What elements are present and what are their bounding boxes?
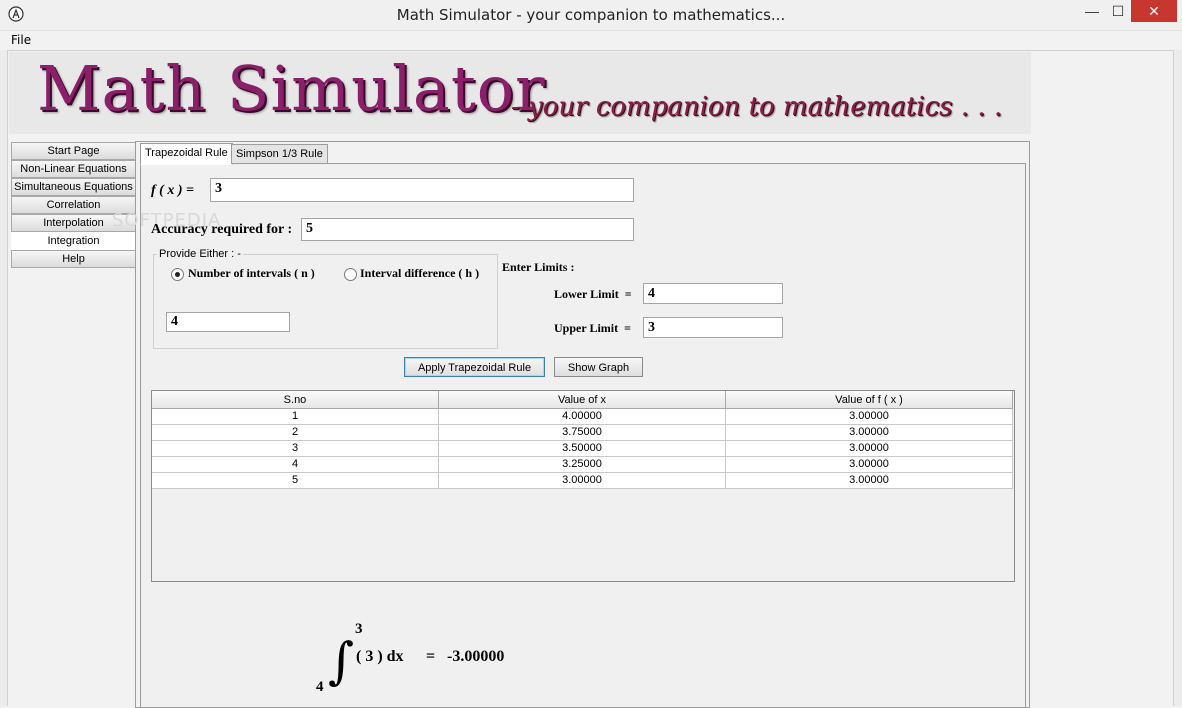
- column-header-sno[interactable]: S.no: [152, 391, 439, 409]
- cell-fx: 3.00000: [726, 457, 1013, 473]
- equals-sign: =: [426, 648, 436, 665]
- cell-sno: 2: [152, 425, 439, 441]
- tab-simpson-rule[interactable]: Simpson 1/3 Rule: [231, 144, 328, 164]
- results-table: S.no Value of x Value of f ( x ) 1 4.000…: [151, 390, 1015, 582]
- lower-limit-label: Lower Limit =: [554, 287, 632, 301]
- cell-fx: 3.00000: [726, 441, 1013, 457]
- banner-title: Math Simulator: [37, 52, 546, 125]
- fx-input[interactable]: 3: [210, 178, 634, 202]
- window-frame-right: [1173, 50, 1182, 706]
- upper-limit-input[interactable]: 3: [643, 317, 783, 338]
- sidebar-item-non-linear-equations[interactable]: Non-Linear Equations: [11, 160, 136, 178]
- close-button[interactable]: ✕: [1131, 0, 1177, 22]
- cell-x: 3.25000: [439, 457, 726, 473]
- radio-difference-label[interactable]: Interval difference ( h ): [360, 266, 479, 281]
- fx-label: f ( x ) =: [151, 183, 194, 198]
- accuracy-input[interactable]: 5: [301, 218, 634, 241]
- cell-x: 3.00000: [439, 473, 726, 489]
- minimize-button[interactable]: —: [1078, 0, 1106, 22]
- radio-difference[interactable]: [344, 268, 357, 281]
- sidebar-item-integration[interactable]: Integration: [11, 232, 136, 250]
- show-graph-button[interactable]: Show Graph: [554, 357, 643, 377]
- cell-sno: 1: [152, 409, 439, 425]
- maximize-button[interactable]: ☐: [1104, 0, 1132, 22]
- radio-intervals[interactable]: [171, 268, 184, 281]
- column-header-fx[interactable]: Value of f ( x ): [726, 391, 1013, 409]
- enter-limits-label: Enter Limits :: [502, 260, 575, 274]
- cell-fx: 3.00000: [726, 473, 1013, 489]
- cell-x: 4.00000: [439, 409, 726, 425]
- sidebar-item-start-page[interactable]: Start Page: [11, 142, 136, 160]
- banner-subtitle: - your companion to mathematics . . .: [511, 92, 1003, 122]
- integral-result: -3.00000: [447, 648, 505, 665]
- banner: Math Simulator - your companion to mathe…: [9, 52, 1031, 134]
- menu-bar: File: [0, 31, 1182, 51]
- integral-lower-limit: 4: [316, 679, 324, 695]
- cell-x: 3.75000: [439, 425, 726, 441]
- cell-x: 3.50000: [439, 441, 726, 457]
- window-title: Math Simulator - your companion to mathe…: [396, 6, 786, 24]
- cell-sno: 5: [152, 473, 439, 489]
- integral-sign: ∫: [328, 632, 355, 690]
- menu-file[interactable]: File: [11, 33, 31, 47]
- table-row[interactable]: 3 3.50000 3.00000: [152, 441, 1013, 457]
- lower-limit-input[interactable]: 4: [643, 283, 783, 304]
- accuracy-label: Accuracy required for :: [151, 222, 293, 237]
- provide-either-title: Provide Either : -: [157, 248, 243, 260]
- sidebar-item-help[interactable]: Help: [11, 250, 136, 268]
- cell-fx: 3.00000: [726, 425, 1013, 441]
- window-frame-left: [0, 50, 8, 706]
- intervals-input[interactable]: 4: [166, 312, 290, 332]
- upper-limit-label: Upper Limit =: [554, 321, 631, 335]
- column-header-x[interactable]: Value of x: [439, 391, 726, 409]
- tab-trapezoidal-rule[interactable]: Trapezoidal Rule: [140, 143, 233, 165]
- radio-intervals-label[interactable]: Number of intervals ( n ): [188, 266, 315, 281]
- integrand: ( 3 ) dx: [356, 648, 404, 665]
- table-row[interactable]: 4 3.25000 3.00000: [152, 457, 1013, 473]
- sidebar-item-simultaneous-equations[interactable]: Simultaneous Equations: [11, 178, 136, 196]
- table-row[interactable]: 2 3.75000 3.00000: [152, 425, 1013, 441]
- cell-sno: 4: [152, 457, 439, 473]
- table-row[interactable]: 1 4.00000 3.00000: [152, 409, 1013, 425]
- cell-sno: 3: [152, 441, 439, 457]
- cell-fx: 3.00000: [726, 409, 1013, 425]
- table-row[interactable]: 5 3.00000 3.00000: [152, 473, 1013, 489]
- apply-trapezoidal-button[interactable]: Apply Trapezoidal Rule: [404, 357, 545, 377]
- radio-selected-dot: [175, 272, 180, 277]
- integral-upper-limit: 3: [355, 621, 363, 637]
